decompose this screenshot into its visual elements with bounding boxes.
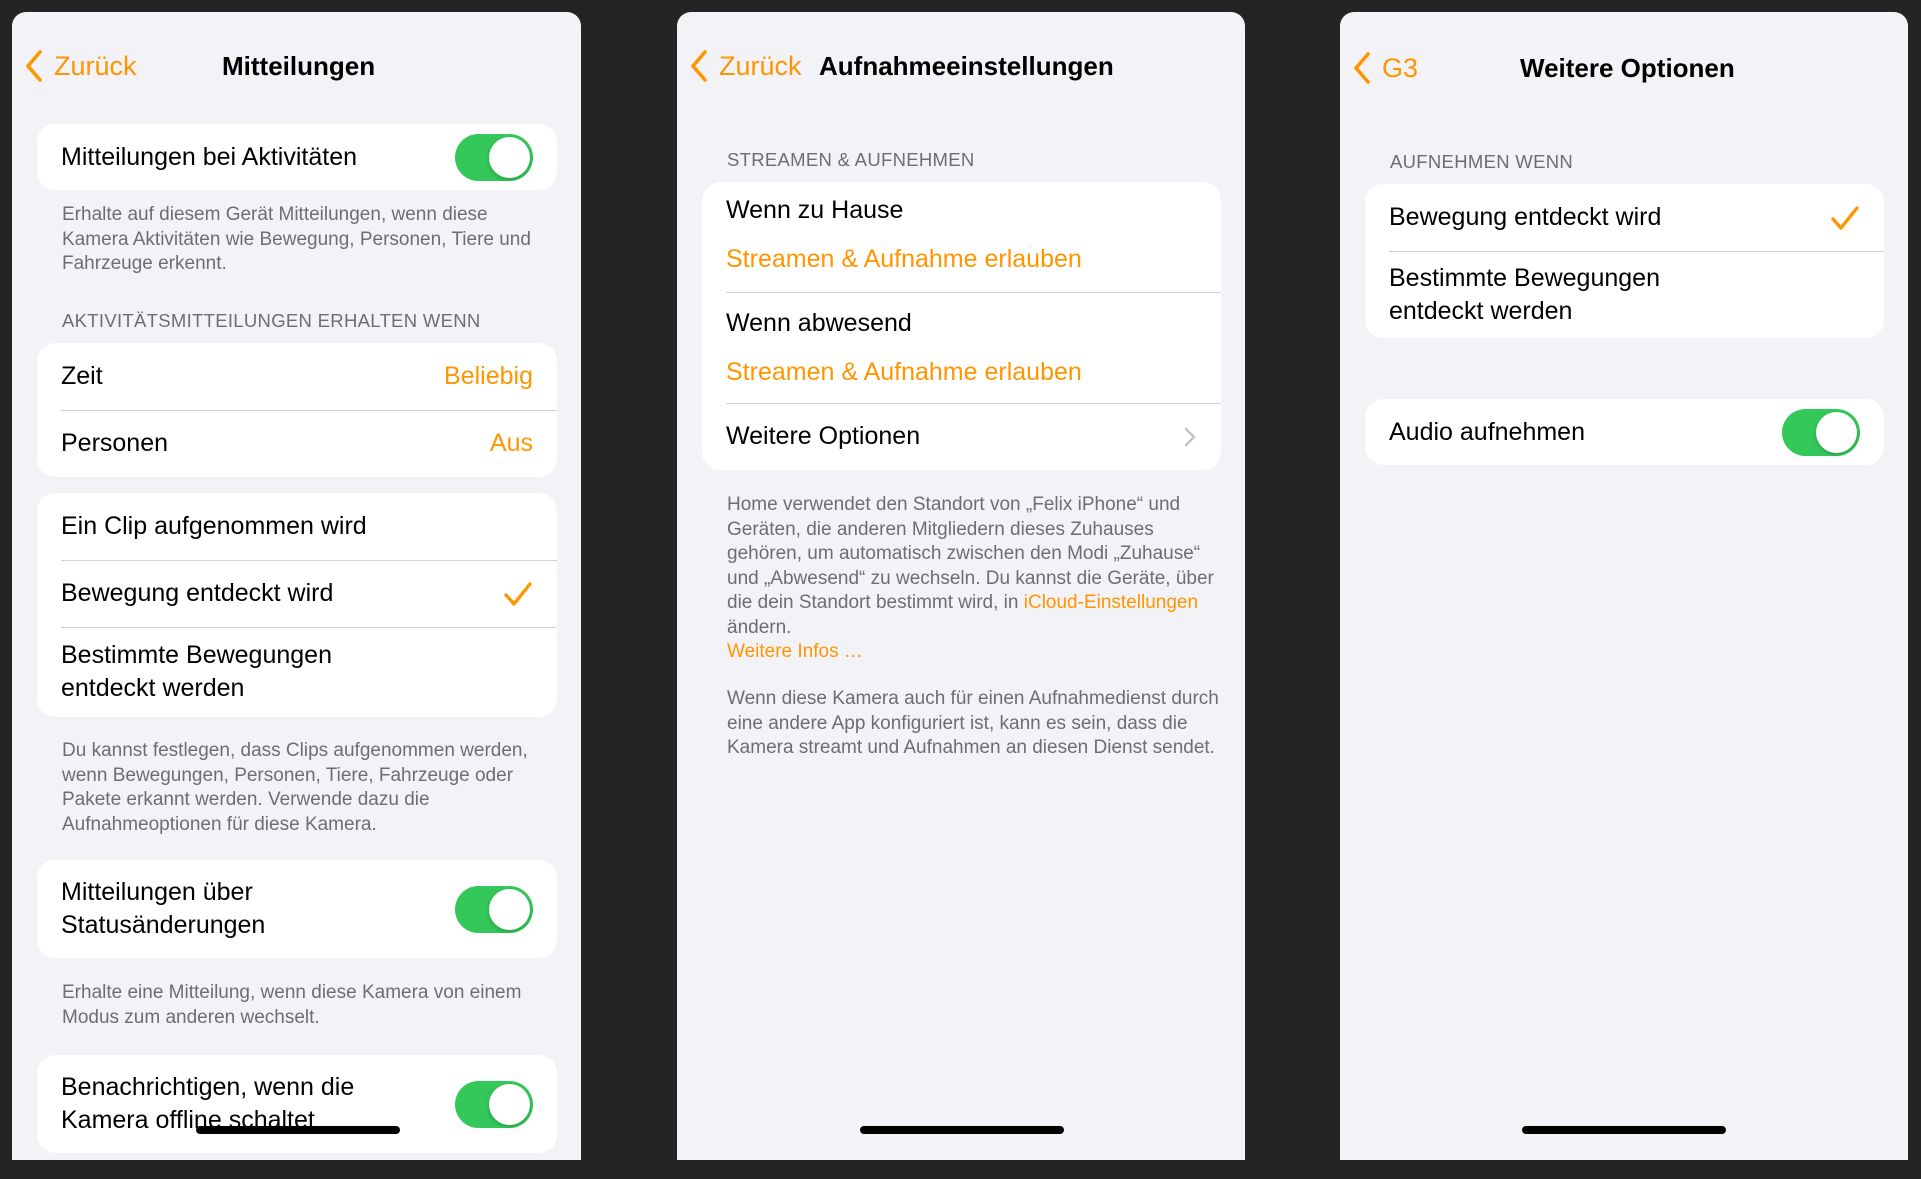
specific-motion-option[interactable]: Bestimmte Bewegungen entdeckt werden xyxy=(37,627,557,717)
offline-toggle[interactable] xyxy=(455,1080,533,1128)
persons-label: Personen xyxy=(61,429,169,457)
chevron-right-icon xyxy=(1184,427,1196,446)
motion-detected-label: Bewegung entdeckt wird xyxy=(61,579,334,607)
status-footnote: Erhalte eine Mitteilung, wenn diese Kame… xyxy=(62,982,522,1028)
section-header-when: AKTIVITÄTSMITTEILUNGEN ERHALTEN WENN xyxy=(62,310,481,331)
stream-record-group: Wenn zu Hause Streamen & Aufnahme erlaub… xyxy=(702,182,1221,470)
time-label: Zeit xyxy=(61,362,103,390)
time-value: Beliebig xyxy=(444,362,533,390)
activity-notifications-toggle[interactable] xyxy=(455,133,533,181)
specific-motion-option[interactable]: Bestimmte Bewegungen entdeckt werden xyxy=(1365,251,1884,338)
section-header-stream: STREAMEN & AUFNEHMEN xyxy=(727,149,975,170)
motion-detected-option[interactable]: Bewegung entdeckt wird xyxy=(1365,184,1884,251)
offline-row: Benachrichtigen, wenn die Kamera offline… xyxy=(37,1055,557,1153)
status-changes-row: Mitteilungen über Statusänderungen xyxy=(37,860,557,958)
back-label: Zurück xyxy=(54,50,137,81)
away-mode-row[interactable]: Wenn abwesend xyxy=(702,292,1221,348)
home-indicator xyxy=(1522,1126,1726,1134)
back-label: Zurück xyxy=(719,50,802,81)
home-mode-value-row[interactable]: Streamen & Aufnahme erlauben xyxy=(702,232,1221,292)
more-info-link[interactable]: Weitere Infos … xyxy=(727,641,863,662)
status-changes-line-2: Statusänderungen xyxy=(61,911,266,939)
status-changes-group: Mitteilungen über Statusänderungen xyxy=(37,860,557,958)
activity-notifications-label: Mitteilungen bei Aktivitäten xyxy=(61,142,358,171)
time-row[interactable]: Zeit Beliebig xyxy=(37,343,557,410)
filter-group: Zeit Beliebig Personen Aus xyxy=(37,343,557,477)
clips-footnote: Du kannst festlegen, dass Clips aufgenom… xyxy=(62,740,528,835)
page-title: Aufnahmeeinstellungen xyxy=(819,51,1114,81)
activity-notifications-row: Mitteilungen bei Aktivitäten xyxy=(37,124,557,190)
checkmark-icon xyxy=(504,581,532,606)
icloud-settings-link[interactable]: iCloud-Einstellungen xyxy=(1024,592,1198,613)
persons-row[interactable]: Personen Aus xyxy=(37,410,557,477)
status-changes-toggle[interactable] xyxy=(455,885,533,933)
screen-mitteilungen: Zurück Mitteilungen Mitteilungen bei Akt… xyxy=(12,12,581,1160)
specific-motion-label: Bestimmte Bewegungen entdeckt werden xyxy=(61,639,533,705)
trigger-options-group: Ein Clip aufgenommen wird Bewegung entde… xyxy=(37,493,557,717)
location-footnote: Home verwendet den Standort von „Felix i… xyxy=(727,493,1221,665)
more-options-row[interactable]: Weitere Optionen xyxy=(702,403,1221,470)
specific-motion-label: Bestimmte Bewegungen entdeckt werden xyxy=(1389,262,1860,328)
specific-motion-line-1: Bestimmte Bewegungen xyxy=(61,641,332,669)
activity-notifications-group: Mitteilungen bei Aktivitäten xyxy=(37,124,557,190)
back-button[interactable]: Zurück xyxy=(689,40,802,92)
activity-footnote: Erhalte auf diesem Gerät Mitteilungen, w… xyxy=(62,204,531,274)
offline-group: Benachrichtigen, wenn die Kamera offline… xyxy=(37,1055,557,1153)
specific-motion-line-1: Bestimmte Bewegungen xyxy=(1389,263,1660,292)
chevron-left-icon xyxy=(1354,52,1370,84)
audio-group: Audio aufnehmen xyxy=(1365,399,1884,465)
status-changes-label: Mitteilungen über Statusänderungen xyxy=(61,876,455,942)
section-header-record-when: AUFNEHMEN WENN xyxy=(1390,151,1574,172)
chevron-left-icon xyxy=(691,50,707,82)
navigation-bar: G3 Weitere Optionen xyxy=(1340,42,1908,94)
back-label: G3 xyxy=(1382,52,1419,83)
chevron-left-icon xyxy=(26,50,42,82)
specific-motion-line-2: entdeckt werden xyxy=(1389,296,1573,325)
away-mode-value: Streamen & Aufnahme erlauben xyxy=(726,358,1082,386)
page-title: Weitere Optionen xyxy=(1520,53,1735,83)
location-footnote-after: ändern. xyxy=(727,616,792,638)
checkmark-icon xyxy=(1831,205,1859,230)
back-button[interactable]: G3 xyxy=(1352,42,1418,94)
motion-detected-label: Bewegung entdeckt wird xyxy=(1389,203,1662,231)
audio-record-toggle[interactable] xyxy=(1782,408,1860,456)
navigation-bar: Zurück Aufnahmeeinstellungen xyxy=(677,40,1245,92)
home-mode-label: Wenn zu Hause xyxy=(726,195,904,224)
clip-recorded-label: Ein Clip aufgenommen wird xyxy=(61,512,367,540)
record-when-group: Bewegung entdeckt wird Bestimmte Bewegun… xyxy=(1365,184,1884,338)
audio-record-row: Audio aufnehmen xyxy=(1365,399,1884,465)
away-mode-value-row[interactable]: Streamen & Aufnahme erlauben xyxy=(702,348,1221,403)
status-changes-line-1: Mitteilungen über xyxy=(61,878,253,906)
navigation-bar: Zurück Mitteilungen xyxy=(12,40,581,92)
home-mode-row[interactable]: Wenn zu Hause xyxy=(702,182,1221,232)
home-indicator xyxy=(196,1126,400,1134)
away-mode-label: Wenn abwesend xyxy=(726,308,912,337)
audio-record-label: Audio aufnehmen xyxy=(1389,417,1585,446)
screen-weitere-optionen: G3 Weitere Optionen AUFNEHMEN WENN Beweg… xyxy=(1340,12,1908,1160)
home-mode-value: Streamen & Aufnahme erlauben xyxy=(726,244,1082,273)
clip-recorded-option[interactable]: Ein Clip aufgenommen wird xyxy=(37,493,557,560)
more-options-label: Weitere Optionen xyxy=(726,422,921,450)
home-indicator xyxy=(860,1126,1064,1134)
offline-line-1: Benachrichtigen, wenn die xyxy=(61,1073,355,1101)
page-title: Mitteilungen xyxy=(222,51,376,81)
specific-motion-line-2: entdeckt werden xyxy=(61,674,245,702)
motion-detected-option[interactable]: Bewegung entdeckt wird xyxy=(37,560,557,627)
service-footnote: Wenn diese Kamera auch für einen Aufnahm… xyxy=(727,688,1219,758)
persons-value: Aus xyxy=(489,429,533,457)
screen-aufnahmeeinstellungen: Zurück Aufnahmeeinstellungen STREAMEN & … xyxy=(677,12,1245,1160)
back-button[interactable]: Zurück xyxy=(24,40,137,92)
